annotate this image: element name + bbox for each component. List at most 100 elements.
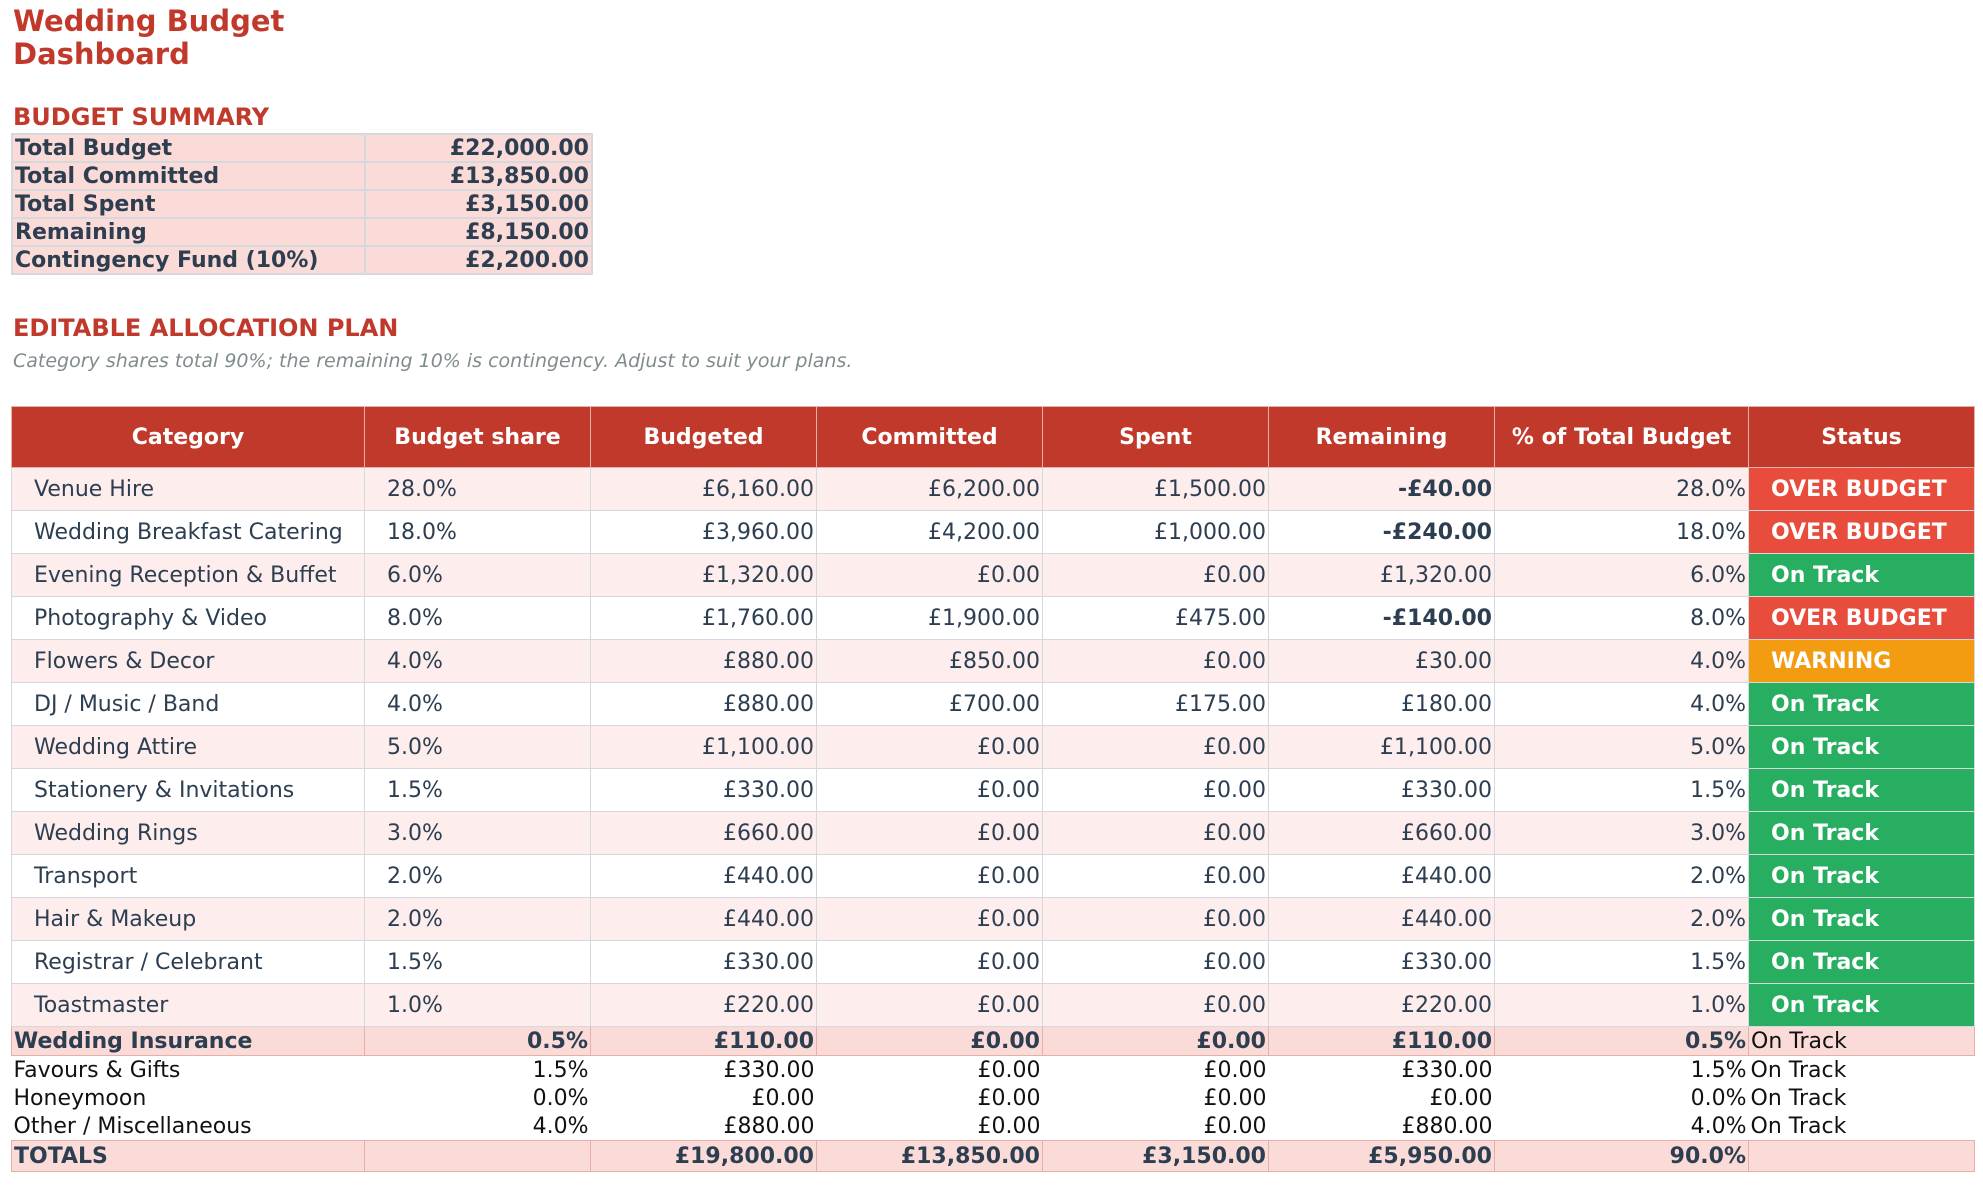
cell-category: Honeymoon [11,1084,365,1112]
cell-remaining: £330.00 [1268,940,1495,984]
summary-label: Remaining [11,217,366,247]
cell-share: 0.0% [364,1084,591,1112]
cell-spent: £0.00 [1042,940,1269,984]
cell-share: 0.5% [364,1026,591,1056]
cell-remaining: £110.00 [1268,1026,1495,1056]
allocation-heading: EDITABLE ALLOCATION PLAN [13,314,399,342]
cell-category: Flowers & Decor [11,639,365,683]
cell-budgeted: £220.00 [590,983,817,1027]
category-row: Transport 2.0% £440.00 £0.00 £0.00 £440.00 2.0… [11,854,1975,898]
category-row: Flowers & Decor 4.0% £880.00 £850.00 £0.00 £3… [11,639,1975,683]
cell-status: On Track [1748,983,1975,1027]
category-row: Registrar / Celebrant 1.5% £330.00 £0.00 £0.… [11,940,1975,984]
totals-spent: £3,150.00 [1042,1140,1269,1172]
cell-committed: £6,200.00 [816,467,1043,511]
extra-category-row: Favours & Gifts 1.5% £330.00 £0.00 £0.00 £330… [11,1055,1975,1084]
cell-budgeted: £440.00 [590,897,817,941]
cell-budgeted: £330.00 [590,1055,817,1084]
cell-budgeted: £660.00 [590,811,817,855]
cell-share[interactable]: 4.0% [364,682,591,726]
cell-share[interactable]: 8.0% [364,596,591,640]
totals-pct: 90.0% [1494,1140,1749,1172]
cell-budgeted: £330.00 [590,940,817,984]
cell-spent: £1,000.00 [1042,510,1269,554]
cell-status: On Track [1748,1112,1975,1141]
cell-spent: £175.00 [1042,682,1269,726]
cell-committed: £850.00 [816,639,1043,683]
cell-category: Wedding Attire [11,725,365,769]
cell-status: OVER BUDGET [1748,467,1975,511]
cell-share[interactable]: 2.0% [364,897,591,941]
cell-status: On Track [1748,854,1975,898]
cell-share[interactable]: 4.0% [364,639,591,683]
cell-committed: £0.00 [816,811,1043,855]
extra-category-row: Honeymoon 0.0% £0.00 £0.00 £0.00 £0.00 0.0% On … [11,1084,1975,1112]
cell-spent: £0.00 [1042,811,1269,855]
cell-remaining: £1,100.00 [1268,725,1495,769]
category-row: Toastmaster 1.0% £220.00 £0.00 £0.00 £220.00 1… [11,983,1975,1027]
cell-status: OVER BUDGET [1748,596,1975,640]
cell-share[interactable]: 28.0% [364,467,591,511]
cell-budgeted: £110.00 [590,1026,817,1056]
extra-category-row: Wedding Insurance 0.5% £110.00 £0.00 £0.00 £1… [11,1026,1975,1056]
cell-remaining: £440.00 [1268,854,1495,898]
cell-spent: £0.00 [1042,1026,1269,1056]
summary-value[interactable]: £3,150.00 [364,189,593,219]
cell-committed: £0.00 [816,1084,1043,1112]
cell-remaining: £30.00 [1268,639,1495,683]
allocation-table: Category Budget share Budgeted Committed Spe… [11,406,1975,1172]
cell-committed: £0.00 [816,940,1043,984]
cell-committed: £0.00 [816,1112,1043,1141]
cell-status: On Track [1748,811,1975,855]
column-header: Remaining [1268,406,1495,468]
cell-spent: £0.00 [1042,897,1269,941]
cell-pct: 18.0% [1494,510,1749,554]
cell-remaining: £0.00 [1268,1084,1495,1112]
category-row: Stationery & Invitations 1.5% £330.00 £0.00… [11,768,1975,812]
cell-remaining: -£140.00 [1268,596,1495,640]
cell-category: Hair & Makeup [11,897,365,941]
cell-remaining: £1,320.00 [1268,553,1495,597]
cell-pct: 28.0% [1494,467,1749,511]
category-row: Venue Hire 28.0% £6,160.00 £6,200.00 £1,500.… [11,467,1975,511]
cell-share[interactable]: 1.5% [364,768,591,812]
cell-pct: 2.0% [1494,854,1749,898]
column-header: Committed [816,406,1043,468]
column-header: Budgeted [590,406,817,468]
category-row: DJ / Music / Band 4.0% £880.00 £700.00 £175.… [11,682,1975,726]
summary-value[interactable]: £22,000.00 [364,133,593,163]
cell-pct: 2.0% [1494,897,1749,941]
cell-committed: £0.00 [816,1055,1043,1084]
summary-value[interactable]: £8,150.00 [364,217,593,247]
cell-share[interactable]: 18.0% [364,510,591,554]
cell-share[interactable]: 1.0% [364,983,591,1027]
column-header: Category [11,406,365,468]
cell-budgeted: £880.00 [590,682,817,726]
cell-committed: £0.00 [816,725,1043,769]
summary-value[interactable]: £2,200.00 [364,245,593,275]
cell-pct: 0.0% [1494,1084,1749,1112]
cell-status: On Track [1748,1084,1975,1112]
summary-value[interactable]: £13,850.00 [364,161,593,191]
cell-share: 4.0% [364,1112,591,1141]
cell-status: On Track [1748,1055,1975,1084]
cell-share[interactable]: 5.0% [364,725,591,769]
cell-spent: £475.00 [1042,596,1269,640]
cell-pct: 1.5% [1494,768,1749,812]
cell-pct: 5.0% [1494,725,1749,769]
cell-status: On Track [1748,682,1975,726]
cell-pct: 1.5% [1494,940,1749,984]
cell-category: Toastmaster [11,983,365,1027]
cell-category: Stationery & Invitations [11,768,365,812]
cell-share[interactable]: 2.0% [364,854,591,898]
cell-share[interactable]: 6.0% [364,553,591,597]
cell-spent: £0.00 [1042,854,1269,898]
cell-budgeted: £330.00 [590,768,817,812]
cell-budgeted: £880.00 [590,639,817,683]
cell-pct: 4.0% [1494,639,1749,683]
cell-share[interactable]: 3.0% [364,811,591,855]
cell-share[interactable]: 1.5% [364,940,591,984]
cell-committed: £0.00 [816,553,1043,597]
cell-remaining: -£40.00 [1268,467,1495,511]
cell-status: On Track [1748,725,1975,769]
